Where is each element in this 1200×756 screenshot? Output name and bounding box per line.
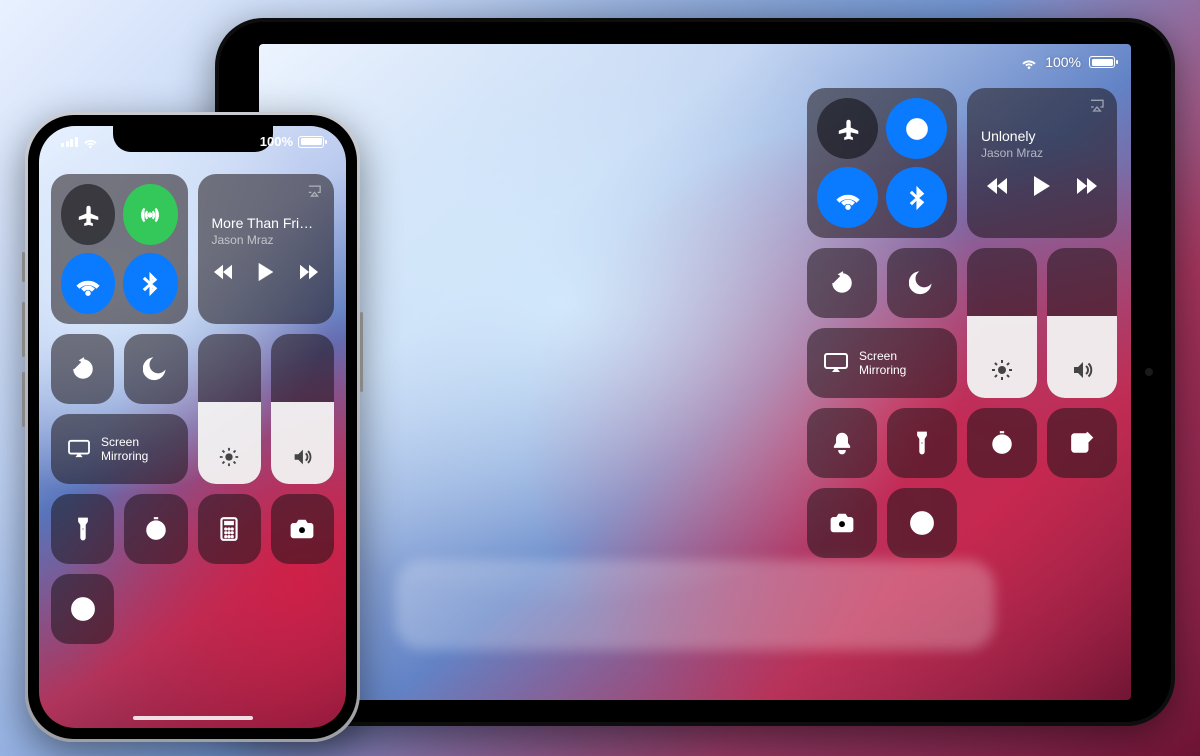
music-track-title: Unlonely: [981, 128, 1103, 145]
connectivity-module[interactable]: [51, 174, 188, 324]
music-module[interactable]: Unlonely Jason Mraz: [967, 88, 1117, 238]
airplane-mode-toggle[interactable]: [61, 184, 115, 245]
next-track-button[interactable]: [1075, 176, 1099, 196]
timer-button[interactable]: [124, 494, 187, 564]
volume-icon: [1070, 358, 1094, 382]
screen-mirroring-icon: [67, 439, 91, 459]
screen-mirroring-button[interactable]: Screen Mirroring: [51, 414, 188, 484]
home-button[interactable]: [887, 488, 957, 558]
airdrop-toggle[interactable]: [886, 98, 947, 159]
next-track-button[interactable]: [298, 263, 320, 281]
volume-slider[interactable]: [1047, 248, 1117, 398]
battery-icon: [298, 136, 324, 148]
battery-percent: 100%: [1045, 54, 1081, 70]
ipad-dock: [395, 560, 995, 650]
bluetooth-toggle[interactable]: [886, 167, 947, 228]
iphone-status-bar: 100%: [39, 134, 346, 149]
volume-slider[interactable]: [271, 334, 334, 484]
airplay-icon: [307, 184, 322, 197]
do-not-disturb-toggle[interactable]: [887, 248, 957, 318]
brightness-slider[interactable]: [198, 334, 261, 484]
volume-icon: [291, 446, 313, 468]
airplane-mode-toggle[interactable]: [817, 98, 878, 159]
home-indicator[interactable]: [133, 716, 253, 720]
home-button[interactable]: [51, 574, 114, 644]
airplay-icon: [1089, 98, 1105, 112]
screen-mirroring-label: Screen Mirroring: [101, 435, 148, 464]
iphone-control-center: More Than Frie… Jason Mraz: [51, 174, 334, 644]
iphone-screen: 100%: [39, 126, 346, 728]
wifi-icon: [83, 134, 98, 149]
play-button[interactable]: [1031, 174, 1053, 198]
cell-signal-icon: [61, 137, 78, 147]
play-button[interactable]: [256, 261, 276, 283]
battery-percent: 100%: [260, 134, 293, 149]
orientation-lock-toggle[interactable]: [51, 334, 114, 404]
silent-mode-toggle[interactable]: [807, 408, 877, 478]
connectivity-module[interactable]: [807, 88, 957, 238]
brightness-icon: [218, 446, 240, 468]
orientation-lock-toggle[interactable]: [807, 248, 877, 318]
music-artist: Jason Mraz: [981, 146, 1043, 160]
camera-button[interactable]: [271, 494, 334, 564]
music-track-title: More Than Frie…: [212, 215, 321, 232]
ipad-control-center: Unlonely Jason Mraz: [807, 88, 1117, 558]
music-module[interactable]: More Than Frie… Jason Mraz: [198, 174, 335, 324]
music-artist: Jason Mraz: [212, 233, 274, 247]
camera-button[interactable]: [807, 488, 877, 558]
screen-mirroring-label: Screen Mirroring: [859, 349, 906, 378]
cellular-data-toggle[interactable]: [123, 184, 177, 245]
brightness-icon: [990, 358, 1014, 382]
ipad-camera: [1145, 368, 1153, 376]
bluetooth-toggle[interactable]: [123, 253, 177, 314]
calculator-button[interactable]: [198, 494, 261, 564]
notes-compose-button[interactable]: [1047, 408, 1117, 478]
battery-icon: [1089, 56, 1115, 68]
flashlight-button[interactable]: [887, 408, 957, 478]
screen-mirroring-button[interactable]: Screen Mirroring: [807, 328, 957, 398]
ipad-status-bar: 100%: [1021, 54, 1115, 70]
brightness-slider[interactable]: [967, 248, 1037, 398]
timer-button[interactable]: [967, 408, 1037, 478]
wifi-toggle[interactable]: [817, 167, 878, 228]
previous-track-button[interactable]: [985, 176, 1009, 196]
screen-mirroring-icon: [823, 352, 849, 374]
iphone-device: 100%: [25, 112, 360, 742]
previous-track-button[interactable]: [212, 263, 234, 281]
flashlight-button[interactable]: [51, 494, 114, 564]
wifi-icon: [1021, 54, 1037, 70]
wifi-toggle[interactable]: [61, 253, 115, 314]
do-not-disturb-toggle[interactable]: [124, 334, 187, 404]
ipad-screen: 100%: [259, 44, 1131, 700]
